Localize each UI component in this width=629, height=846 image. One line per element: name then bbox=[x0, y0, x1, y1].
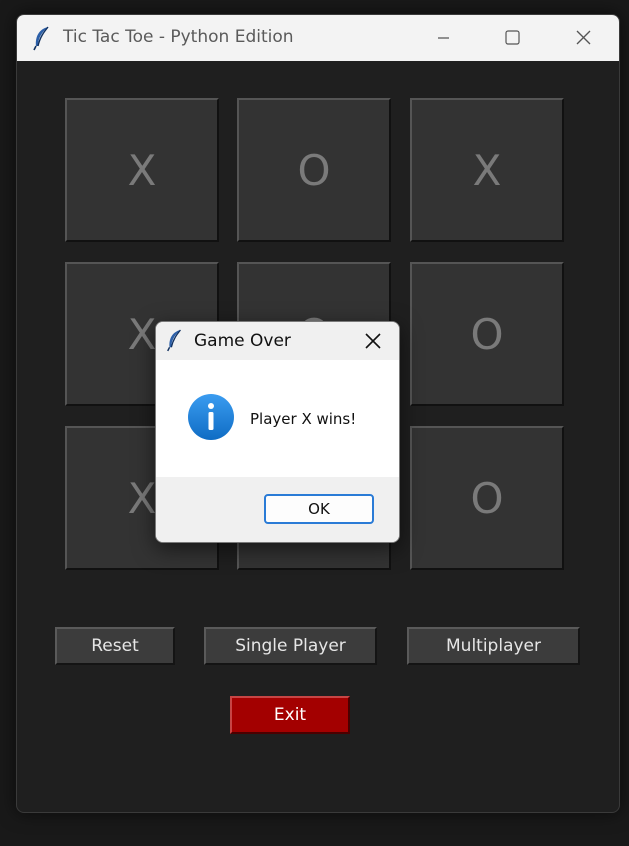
window-titlebar[interactable]: Tic Tac Toe - Python Edition bbox=[17, 15, 619, 61]
close-button[interactable] bbox=[560, 23, 606, 53]
board-cell-0-1[interactable]: O bbox=[237, 98, 391, 242]
board-cell-0-0[interactable]: X bbox=[65, 98, 219, 242]
board-cell-0-2[interactable]: X bbox=[410, 98, 564, 242]
exit-button[interactable]: Exit bbox=[230, 696, 350, 734]
minimize-icon bbox=[438, 37, 449, 39]
window-title: Tic Tac Toe - Python Edition bbox=[63, 27, 294, 47]
single-player-button[interactable]: Single Player bbox=[204, 627, 377, 665]
info-icon bbox=[187, 393, 235, 441]
feather-icon bbox=[165, 328, 185, 352]
board-cell-1-2[interactable]: O bbox=[410, 262, 564, 406]
dialog-footer: OK bbox=[156, 477, 399, 542]
multiplayer-button[interactable]: Multiplayer bbox=[407, 627, 580, 665]
game-over-dialog: Game Over Player X wins! OK bbox=[155, 321, 400, 543]
dialog-title: Game Over bbox=[194, 331, 291, 351]
dialog-message: Player X wins! bbox=[250, 410, 357, 428]
close-icon bbox=[576, 30, 591, 45]
reset-button[interactable]: Reset bbox=[55, 627, 175, 665]
close-icon bbox=[365, 333, 381, 349]
ok-button[interactable]: OK bbox=[264, 494, 374, 524]
maximize-icon bbox=[505, 30, 520, 45]
feather-icon bbox=[31, 25, 53, 51]
desktop-background: Tic Tac Toe - Python Edition X O X X O X… bbox=[0, 0, 629, 846]
dialog-body: Player X wins! bbox=[156, 360, 399, 477]
maximize-button[interactable] bbox=[489, 23, 535, 53]
dialog-titlebar[interactable]: Game Over bbox=[156, 322, 399, 360]
minimize-button[interactable] bbox=[420, 23, 466, 53]
dialog-close-button[interactable] bbox=[356, 328, 390, 354]
board-cell-2-2[interactable]: O bbox=[410, 426, 564, 570]
